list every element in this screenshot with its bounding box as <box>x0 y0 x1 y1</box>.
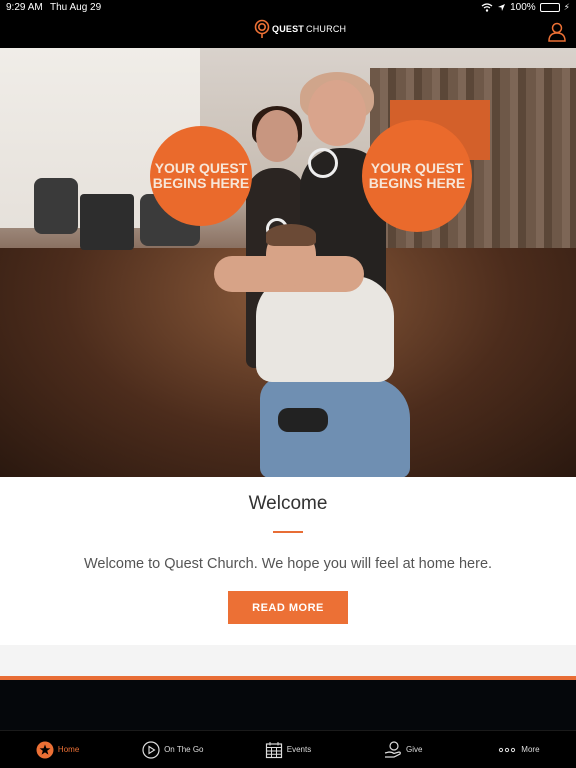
tab-on-the-go[interactable]: On The Go <box>115 731 230 768</box>
next-section-preview[interactable] <box>0 680 576 730</box>
tab-label: Home <box>57 745 80 754</box>
quest-sign: YOUR QUEST BEGINS HERE <box>362 120 472 232</box>
play-icon <box>142 740 160 759</box>
welcome-text: Welcome to Quest Church. We hope you wil… <box>83 556 493 572</box>
give-icon <box>384 740 401 758</box>
logo-text: CHURCH <box>306 24 347 34</box>
hero-chair <box>34 178 78 234</box>
section-gap <box>0 645 576 676</box>
tab-label: Events <box>286 745 312 754</box>
hero-person-shoe <box>278 408 328 432</box>
star-icon <box>36 741 54 758</box>
shirt-logo-icon <box>308 148 338 178</box>
tab-label: On The Go <box>164 745 204 754</box>
welcome-card: Welcome Welcome to Quest Church. We hope… <box>0 477 576 645</box>
battery-percent: 100% <box>510 2 536 13</box>
more-icon <box>499 747 516 752</box>
hero-person-head <box>308 80 366 146</box>
status-date: Thu Aug 29 <box>50 2 102 13</box>
location-icon <box>498 4 506 11</box>
status-bar: 9:29 AM Thu Aug 29 100% ⚡ <box>0 0 576 16</box>
tab-more[interactable]: More <box>461 731 576 768</box>
charging-icon: ⚡ <box>563 2 570 12</box>
hero-image: YOUR QUEST BEGINS HERE YOUR QUEST BEGINS… <box>0 48 576 477</box>
tab-label: More <box>521 745 540 754</box>
status-right: 100% ⚡ <box>481 2 570 13</box>
tab-give[interactable]: Give <box>346 731 461 768</box>
status-time: 9:29 AM <box>6 2 43 13</box>
read-more-button[interactable]: READ MORE <box>228 591 348 624</box>
logo-text-bold: QUEST <box>272 24 305 34</box>
calendar-icon <box>265 741 282 758</box>
tab-bar: Home On The Go Events Give More <box>0 730 576 768</box>
title-divider <box>273 531 303 533</box>
nav-bar: QUEST CHURCH <box>0 16 576 48</box>
battery-icon <box>539 3 560 12</box>
profile-icon[interactable] <box>548 22 566 42</box>
hero-person-head <box>256 110 298 162</box>
quest-sign: YOUR QUEST BEGINS HERE <box>150 126 252 226</box>
quest-logo-icon <box>254 19 270 38</box>
quest-church-logo[interactable]: QUEST CHURCH <box>254 19 346 39</box>
tab-events[interactable]: Events <box>230 731 345 768</box>
wifi-icon <box>481 3 493 12</box>
hero-table <box>80 194 134 250</box>
tab-home[interactable]: Home <box>0 731 115 768</box>
hero-person-hair <box>266 224 316 246</box>
tab-label: Give <box>405 745 423 754</box>
welcome-title: Welcome <box>248 493 328 514</box>
